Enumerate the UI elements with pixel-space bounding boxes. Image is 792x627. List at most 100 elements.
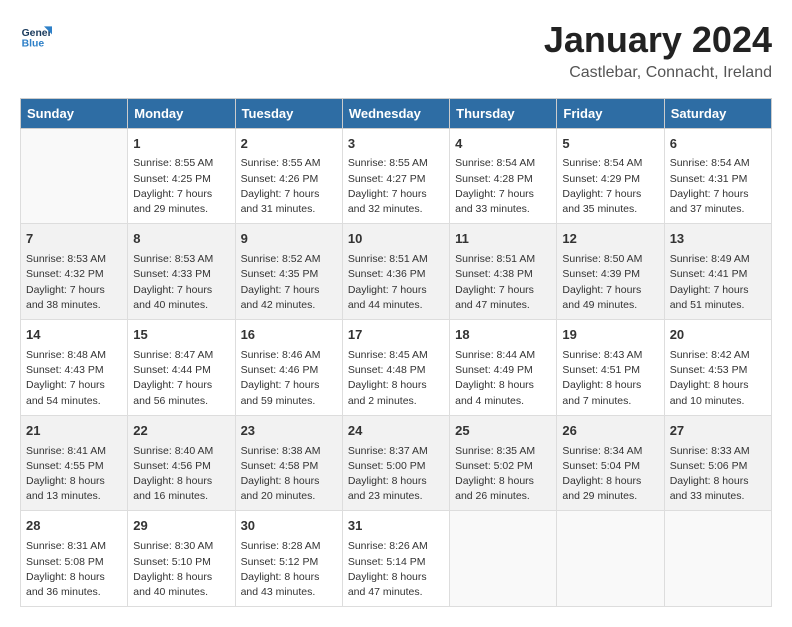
header-sunday: Sunday [21, 98, 128, 128]
calendar-cell: 1 Sunrise: 8:55 AM Sunset: 4:25 PM Daylig… [128, 128, 235, 224]
day-info: Sunrise: 8:51 AM Sunset: 4:36 PM Dayligh… [348, 252, 444, 313]
calendar-header-row: Sunday Monday Tuesday Wednesday Thursday… [21, 98, 772, 128]
day-number: 22 [133, 422, 229, 441]
day-number: 25 [455, 422, 551, 441]
calendar-cell: 21Sunrise: 8:41 AM Sunset: 4:55 PM Dayli… [21, 415, 128, 511]
day-number: 24 [348, 422, 444, 441]
day-info: Sunrise: 8:34 AM Sunset: 5:04 PM Dayligh… [562, 444, 658, 505]
day-info: Sunrise: 8:38 AM Sunset: 4:58 PM Dayligh… [241, 444, 337, 505]
day-number: 30 [241, 517, 337, 536]
calendar-cell: 26 Sunrise: 8:34 AM Sunset: 5:04 PM Dayli… [557, 415, 664, 511]
calendar-cell: 4Sunrise: 8:54 AM Sunset: 4:28 PM Daylig… [450, 128, 557, 224]
calendar-week-4: 28 Sunrise: 8:31 AM Sunset: 5:08 PM Dayli… [21, 511, 772, 607]
calendar-week-3: 21Sunrise: 8:41 AM Sunset: 4:55 PM Dayli… [21, 415, 772, 511]
day-info: Sunrise: 8:30 AM Sunset: 5:10 PM Dayligh… [133, 539, 229, 600]
day-number: 13 [670, 230, 766, 249]
day-info: Sunrise: 8:54 AM Sunset: 4:31 PM Dayligh… [670, 156, 766, 217]
calendar-week-0: 1 Sunrise: 8:55 AM Sunset: 4:25 PM Daylig… [21, 128, 772, 224]
calendar-cell: 29Sunrise: 8:30 AM Sunset: 5:10 PM Dayli… [128, 511, 235, 607]
day-number: 12 [562, 230, 658, 249]
calendar-cell: 20 Sunrise: 8:42 AM Sunset: 4:53 PM Dayli… [664, 320, 771, 416]
calendar-cell: 2 Sunrise: 8:55 AM Sunset: 4:26 PM Daylig… [235, 128, 342, 224]
page-header: General Blue January 2024 Castlebar, Con… [20, 20, 772, 82]
day-number: 27 [670, 422, 766, 441]
day-number: 18 [455, 326, 551, 345]
calendar-cell: 17 Sunrise: 8:45 AM Sunset: 4:48 PM Dayli… [342, 320, 449, 416]
calendar-cell [557, 511, 664, 607]
day-info: Sunrise: 8:42 AM Sunset: 4:53 PM Dayligh… [670, 348, 766, 409]
calendar-cell: 8Sunrise: 8:53 AM Sunset: 4:33 PM Daylig… [128, 224, 235, 320]
calendar-cell: 3Sunrise: 8:55 AM Sunset: 4:27 PM Daylig… [342, 128, 449, 224]
calendar-cell: 7Sunrise: 8:53 AM Sunset: 4:32 PM Daylig… [21, 224, 128, 320]
calendar-week-1: 7Sunrise: 8:53 AM Sunset: 4:32 PM Daylig… [21, 224, 772, 320]
day-number: 1 [133, 135, 229, 154]
day-info: Sunrise: 8:51 AM Sunset: 4:38 PM Dayligh… [455, 252, 551, 313]
day-number: 15 [133, 326, 229, 345]
day-number: 31 [348, 517, 444, 536]
day-number: 28 [26, 517, 122, 536]
header-tuesday: Tuesday [235, 98, 342, 128]
day-info: Sunrise: 8:50 AM Sunset: 4:39 PM Dayligh… [562, 252, 658, 313]
day-number: 5 [562, 135, 658, 154]
day-info: Sunrise: 8:26 AM Sunset: 5:14 PM Dayligh… [348, 539, 444, 600]
calendar-cell: 30 Sunrise: 8:28 AM Sunset: 5:12 PM Dayli… [235, 511, 342, 607]
title-area: January 2024 Castlebar, Connacht, Irelan… [544, 20, 772, 82]
calendar-cell: 16Sunrise: 8:46 AM Sunset: 4:46 PM Dayli… [235, 320, 342, 416]
day-info: Sunrise: 8:37 AM Sunset: 5:00 PM Dayligh… [348, 444, 444, 505]
day-info: Sunrise: 8:28 AM Sunset: 5:12 PM Dayligh… [241, 539, 337, 600]
day-info: Sunrise: 8:44 AM Sunset: 4:49 PM Dayligh… [455, 348, 551, 409]
day-info: Sunrise: 8:35 AM Sunset: 5:02 PM Dayligh… [455, 444, 551, 505]
day-info: Sunrise: 8:31 AM Sunset: 5:08 PM Dayligh… [26, 539, 122, 600]
calendar-cell: 22 Sunrise: 8:40 AM Sunset: 4:56 PM Dayli… [128, 415, 235, 511]
calendar-cell: 27 Sunrise: 8:33 AM Sunset: 5:06 PM Dayli… [664, 415, 771, 511]
header-monday: Monday [128, 98, 235, 128]
day-number: 20 [670, 326, 766, 345]
calendar-cell: 6 Sunrise: 8:54 AM Sunset: 4:31 PM Daylig… [664, 128, 771, 224]
day-number: 26 [562, 422, 658, 441]
day-number: 19 [562, 326, 658, 345]
calendar-cell: 11 Sunrise: 8:51 AM Sunset: 4:38 PM Dayli… [450, 224, 557, 320]
calendar-cell: 25 Sunrise: 8:35 AM Sunset: 5:02 PM Dayli… [450, 415, 557, 511]
calendar-cell: 5 Sunrise: 8:54 AM Sunset: 4:29 PM Daylig… [557, 128, 664, 224]
day-info: Sunrise: 8:55 AM Sunset: 4:26 PM Dayligh… [241, 156, 337, 217]
day-number: 2 [241, 135, 337, 154]
day-number: 8 [133, 230, 229, 249]
calendar-cell [21, 128, 128, 224]
day-info: Sunrise: 8:52 AM Sunset: 4:35 PM Dayligh… [241, 252, 337, 313]
calendar-cell: 19Sunrise: 8:43 AM Sunset: 4:51 PM Dayli… [557, 320, 664, 416]
calendar-cell: 10 Sunrise: 8:51 AM Sunset: 4:36 PM Dayli… [342, 224, 449, 320]
calendar-cell: 9 Sunrise: 8:52 AM Sunset: 4:35 PM Daylig… [235, 224, 342, 320]
calendar-week-2: 14 Sunrise: 8:48 AM Sunset: 4:43 PM Dayli… [21, 320, 772, 416]
day-info: Sunrise: 8:45 AM Sunset: 4:48 PM Dayligh… [348, 348, 444, 409]
day-info: Sunrise: 8:33 AM Sunset: 5:06 PM Dayligh… [670, 444, 766, 505]
day-info: Sunrise: 8:47 AM Sunset: 4:44 PM Dayligh… [133, 348, 229, 409]
day-number: 17 [348, 326, 444, 345]
day-number: 21 [26, 422, 122, 441]
calendar-cell [664, 511, 771, 607]
day-info: Sunrise: 8:55 AM Sunset: 4:25 PM Dayligh… [133, 156, 229, 217]
day-number: 16 [241, 326, 337, 345]
day-number: 9 [241, 230, 337, 249]
day-number: 10 [348, 230, 444, 249]
calendar-cell: 24 Sunrise: 8:37 AM Sunset: 5:00 PM Dayli… [342, 415, 449, 511]
calendar-cell: 12 Sunrise: 8:50 AM Sunset: 4:39 PM Dayli… [557, 224, 664, 320]
day-number: 6 [670, 135, 766, 154]
day-number: 11 [455, 230, 551, 249]
day-number: 14 [26, 326, 122, 345]
header-saturday: Saturday [664, 98, 771, 128]
day-info: Sunrise: 8:54 AM Sunset: 4:29 PM Dayligh… [562, 156, 658, 217]
header-friday: Friday [557, 98, 664, 128]
header-thursday: Thursday [450, 98, 557, 128]
calendar-cell: 13Sunrise: 8:49 AM Sunset: 4:41 PM Dayli… [664, 224, 771, 320]
day-info: Sunrise: 8:48 AM Sunset: 4:43 PM Dayligh… [26, 348, 122, 409]
day-info: Sunrise: 8:40 AM Sunset: 4:56 PM Dayligh… [133, 444, 229, 505]
calendar-table: Sunday Monday Tuesday Wednesday Thursday… [20, 98, 772, 608]
page-title: January 2024 [544, 20, 772, 60]
day-info: Sunrise: 8:55 AM Sunset: 4:27 PM Dayligh… [348, 156, 444, 217]
day-info: Sunrise: 8:54 AM Sunset: 4:28 PM Dayligh… [455, 156, 551, 217]
calendar-cell: 23Sunrise: 8:38 AM Sunset: 4:58 PM Dayli… [235, 415, 342, 511]
calendar-cell: 28 Sunrise: 8:31 AM Sunset: 5:08 PM Dayli… [21, 511, 128, 607]
svg-text:Blue: Blue [22, 38, 45, 49]
calendar-cell: 14 Sunrise: 8:48 AM Sunset: 4:43 PM Dayli… [21, 320, 128, 416]
day-info: Sunrise: 8:53 AM Sunset: 4:32 PM Dayligh… [26, 252, 122, 313]
